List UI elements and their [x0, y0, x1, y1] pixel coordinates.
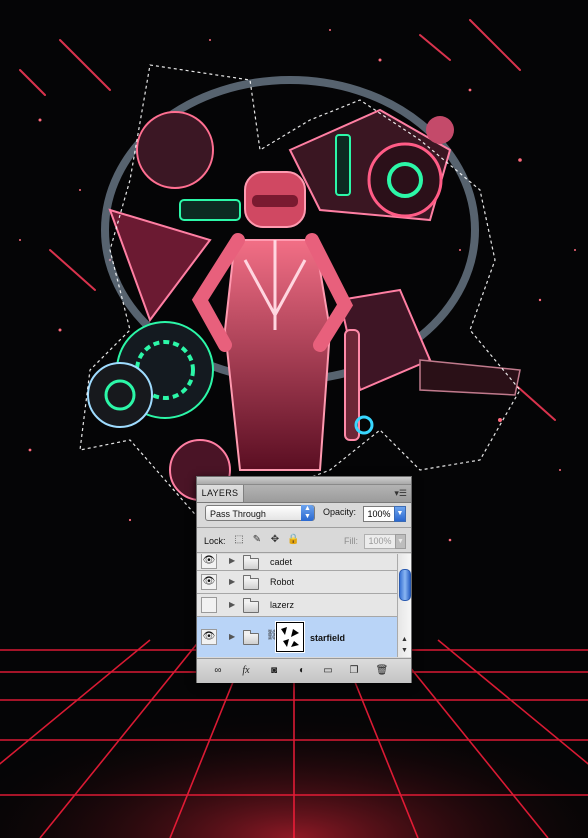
expand-triangle-icon[interactable]: ▶ — [229, 600, 235, 609]
add-mask-icon[interactable]: ◙ — [267, 665, 281, 677]
expand-triangle-icon[interactable]: ▶ — [229, 556, 235, 565]
new-group-icon[interactable]: ▭ — [321, 665, 335, 677]
expand-triangle-icon[interactable]: ▶ — [229, 632, 235, 641]
adjustment-layer-icon[interactable]: ◐ — [295, 665, 309, 677]
layer-row-robot[interactable]: 👁 ▶ Robot — [197, 571, 397, 594]
expand-triangle-icon[interactable]: ▶ — [229, 577, 235, 586]
lock-position-icon[interactable]: ✥ — [269, 534, 281, 546]
blend-mode-value: Pass Through — [210, 509, 266, 519]
layers-bottom-toolbar: ∞ fx ◙ ◐ ▭ ❐ 🗑 — [197, 658, 411, 683]
folder-icon — [243, 555, 259, 570]
lock-transparent-pixels-icon[interactable]: ⬚ — [233, 534, 245, 546]
opacity-input[interactable]: 100% — [363, 506, 395, 522]
layers-list: 👁 ▶ cadet 👁 ▶ Robot ▶ lazerz 👁 ▶ ⛓ starf… — [197, 554, 397, 657]
mask-preview-icon — [281, 627, 299, 647]
visibility-eye-icon[interactable]: 👁 — [201, 574, 217, 590]
opacity-label: Opacity: — [323, 507, 357, 517]
fill-dropdown-icon[interactable]: ▼ — [395, 534, 406, 549]
layer-row-lazerz[interactable]: ▶ lazerz — [197, 594, 397, 617]
layer-name[interactable]: Robot — [270, 577, 294, 587]
folder-icon — [243, 575, 259, 590]
opacity-dropdown-icon[interactable]: ▼ — [394, 506, 406, 522]
layer-name[interactable]: lazerz — [270, 600, 294, 610]
scrollbar-thumb[interactable] — [399, 569, 411, 601]
lock-all-icon[interactable]: 🔒 — [287, 534, 299, 546]
layers-panel: LAYERS ▾☰ Pass Through ▲ ▼ Opacity: 100% … — [196, 476, 412, 683]
lock-image-pixels-icon[interactable]: ✎ — [251, 534, 263, 546]
layer-mask-thumbnail[interactable] — [276, 622, 304, 652]
layer-name[interactable]: cadet — [270, 557, 292, 567]
divider — [197, 527, 411, 528]
fill-input[interactable]: 100% — [364, 534, 396, 549]
fx-icon[interactable]: fx — [239, 665, 253, 677]
delete-layer-icon[interactable]: 🗑 — [375, 665, 389, 677]
panel-menu-icon[interactable]: ▾☰ — [394, 488, 407, 498]
layer-row-cadet[interactable]: 👁 ▶ cadet — [197, 554, 397, 571]
blend-mode-select[interactable]: Pass Through ▲ ▼ — [205, 505, 315, 521]
lock-label: Lock: — [204, 536, 226, 546]
layer-name[interactable]: starfield — [310, 633, 345, 643]
panel-tab-row: LAYERS ▾☰ — [197, 485, 411, 503]
visibility-eye-icon[interactable]: 👁 — [201, 554, 217, 569]
layers-tab[interactable]: LAYERS — [197, 485, 244, 502]
panel-titlebar[interactable] — [197, 477, 411, 485]
visibility-eye-hidden-icon[interactable] — [201, 597, 217, 613]
link-layers-icon[interactable]: ∞ — [211, 665, 225, 677]
scroll-down-icon[interactable]: ▼ — [398, 646, 411, 656]
scroll-up-icon[interactable]: ▲ — [398, 635, 411, 645]
blend-mode-stepper-icon[interactable]: ▲ ▼ — [301, 505, 314, 521]
divider — [197, 552, 411, 553]
visibility-eye-icon[interactable]: 👁 — [201, 629, 217, 645]
layer-row-starfield[interactable]: 👁 ▶ ⛓ starfield — [197, 617, 397, 657]
folder-icon — [243, 598, 259, 613]
poster-artwork — [0, 0, 588, 838]
new-layer-icon[interactable]: ❐ — [347, 665, 361, 677]
fill-label: Fill: — [344, 536, 358, 546]
folder-icon — [243, 630, 259, 645]
layers-scrollbar[interactable]: ▲ ▼ — [397, 554, 411, 657]
